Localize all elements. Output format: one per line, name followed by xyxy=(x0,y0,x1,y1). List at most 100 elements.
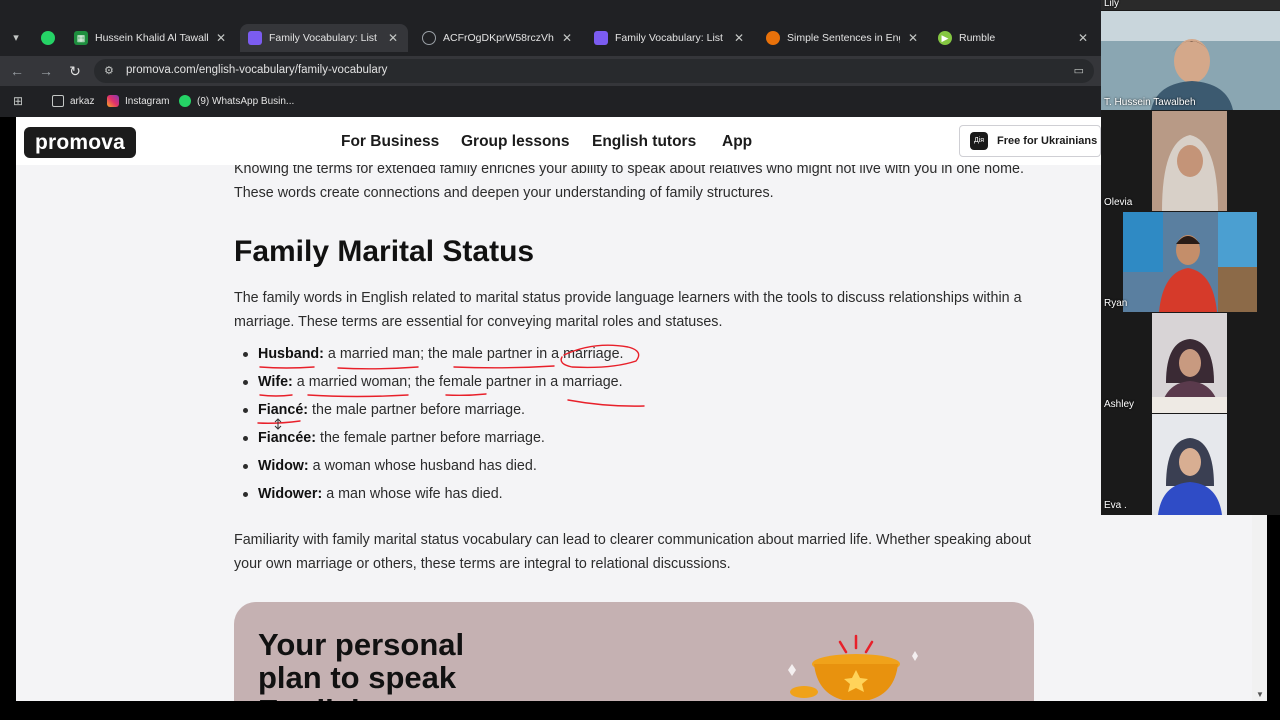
participant-name: T. Hussein Tawalbeh xyxy=(1104,97,1196,108)
tab-2[interactable]: ACFrOgDKprW58rczVhnLLC ✕ xyxy=(414,24,582,52)
bookmark-whatsapp[interactable]: (9) WhatsApp Busin... xyxy=(179,93,294,109)
tab-4[interactable]: Simple Sentences in English ✕ xyxy=(758,24,928,52)
participant-tile-eva[interactable]: Eva . xyxy=(1101,414,1280,515)
list-item: Husband: a married man; the male partner… xyxy=(234,342,624,370)
menu-group-lessons[interactable]: Group lessons xyxy=(461,133,570,151)
instagram-icon xyxy=(107,95,119,107)
site-favicon xyxy=(766,31,780,45)
promo-banner[interactable]: Your personal plan to speak English xyxy=(234,602,1034,701)
address-bar[interactable]: ⚙ promova.com/english-vocabulary/family-… xyxy=(94,59,1094,83)
web-page: Knowing the terms for extended family en… xyxy=(16,117,1252,701)
apps-grid-icon[interactable]: ⊞ xyxy=(13,93,23,109)
participant-tile-hussein[interactable]: T. Hussein Tawalbeh xyxy=(1101,11,1280,110)
forward-icon[interactable]: → xyxy=(37,62,55,80)
marital-terms-list: Husband: a married man; the male partner… xyxy=(234,342,624,510)
tab-title: Family Vocabulary: List of R xyxy=(615,32,726,44)
term: Widower: xyxy=(258,486,323,502)
tab-5[interactable]: ▶ Rumble ✕ xyxy=(930,24,1098,52)
definition: a married man; the male partner in a mar… xyxy=(323,346,624,362)
tab-title: Simple Sentences in English xyxy=(787,32,900,44)
term: Fiancée: xyxy=(258,430,317,446)
definition: the male partner before marriage. xyxy=(308,402,526,418)
outro-paragraph: Familiarity with family marital status v… xyxy=(234,532,1032,572)
participant-name: Lily xyxy=(1104,0,1120,9)
close-icon[interactable]: ✕ xyxy=(386,31,400,45)
tab-title: Rumble xyxy=(959,32,996,44)
bookmark-arkaz[interactable]: arkaz xyxy=(52,93,94,109)
definition: a man whose wife has died. xyxy=(322,486,503,502)
sheets-icon: ▦ xyxy=(74,31,88,45)
navigation-bar: ← → ↻ ⚙ promova.com/english-vocabulary/f… xyxy=(0,56,1101,86)
promova-favicon xyxy=(594,31,608,45)
definition: a woman whose husband has died. xyxy=(308,458,537,474)
globe-icon xyxy=(422,31,436,45)
video-feed xyxy=(1152,414,1227,515)
list-item: Fiancée: the female partner before marri… xyxy=(234,426,624,454)
section-heading: Family Marital Status xyxy=(234,235,535,268)
participant-tile-lily[interactable]: Lily xyxy=(1101,0,1280,10)
tab-3[interactable]: Family Vocabulary: List of R ✕ xyxy=(586,24,754,52)
list-item: Widower: a man whose wife has died. xyxy=(234,482,624,510)
promova-logo[interactable]: promova xyxy=(24,127,136,158)
video-feed xyxy=(1123,212,1257,312)
site-header: promova For Business Group lessons Engli… xyxy=(16,117,1101,165)
close-icon[interactable]: ✕ xyxy=(1076,31,1090,45)
whatsapp-icon xyxy=(179,95,191,107)
menu-app[interactable]: App xyxy=(722,133,752,151)
tab-1[interactable]: Family Vocabulary: List of R ✕ xyxy=(240,24,408,52)
bookmark-instagram[interactable]: Instagram xyxy=(107,93,169,109)
tab-title: Hussein Khalid Al Tawalbeh xyxy=(95,32,208,44)
participant-tile-ashley[interactable]: Ashley xyxy=(1101,313,1280,413)
bookmark-label: Instagram xyxy=(125,95,170,107)
back-icon[interactable]: ← xyxy=(8,62,26,80)
participant-tile-olevia[interactable]: Olevia xyxy=(1101,111,1280,211)
tab-bar: ▾ ▦ Hussein Khalid Al Tawalbeh ✕ Family … xyxy=(0,22,1101,54)
list-item: Wife: a married woman; the female partne… xyxy=(234,370,624,398)
bookmark-label: (9) WhatsApp Busin... xyxy=(197,95,295,107)
close-icon[interactable]: ✕ xyxy=(214,31,228,45)
participant-name: Ashley xyxy=(1104,399,1135,410)
tab-search-chevron-icon[interactable]: ▾ xyxy=(6,28,26,48)
participant-name: Ryan xyxy=(1104,298,1128,309)
url-text: promova.com/english-vocabulary/family-vo… xyxy=(126,64,388,76)
definition: a married woman; the female partner in a… xyxy=(292,374,623,390)
menu-english-tutors[interactable]: English tutors xyxy=(592,133,696,151)
menu-for-business[interactable]: For Business xyxy=(341,133,439,151)
close-icon[interactable]: ✕ xyxy=(906,31,920,45)
video-feed xyxy=(1152,313,1227,413)
term: Fiancé: xyxy=(258,402,309,418)
tab-title: ACFrOgDKprW58rczVhnLLC xyxy=(443,32,554,44)
folder-icon xyxy=(52,95,64,107)
whatsapp-tab-icon[interactable] xyxy=(38,28,58,48)
list-item: Widow: a woman whose husband has died. xyxy=(234,454,624,482)
site-settings-icon[interactable]: ⚙ xyxy=(104,64,114,77)
promo-title: Your personal plan to speak English xyxy=(258,627,465,701)
definition: the female partner before marriage. xyxy=(316,430,545,446)
video-feed xyxy=(1152,111,1227,211)
term: Widow: xyxy=(258,458,309,474)
free-for-ukrainians-button[interactable]: Дія Free for Ukrainians xyxy=(959,125,1101,157)
cast-icon[interactable]: ▭ xyxy=(1074,64,1084,77)
bookmark-label: arkaz xyxy=(70,95,95,107)
close-icon[interactable]: ✕ xyxy=(732,31,746,45)
participant-tile-ryan[interactable]: Ryan xyxy=(1101,212,1280,312)
promova-favicon xyxy=(248,31,262,45)
video-feed xyxy=(1101,11,1280,110)
bookmarks-bar: ⊞ arkaz Instagram (9) WhatsApp Busin... xyxy=(0,88,1101,114)
status-paragraph: The family words in English related to m… xyxy=(234,290,1022,330)
cta-label: Free for Ukrainians xyxy=(997,135,1098,147)
tab-0[interactable]: ▦ Hussein Khalid Al Tawalbeh ✕ xyxy=(66,24,236,52)
term: Husband: xyxy=(258,346,324,362)
rumble-icon: ▶ xyxy=(938,31,952,45)
browser-chrome: ▾ ▦ Hussein Khalid Al Tawalbeh ✕ Family … xyxy=(0,0,1101,117)
screen-bottom-bar xyxy=(0,701,1280,720)
reload-icon[interactable]: ↻ xyxy=(66,62,84,80)
trophy-icon xyxy=(788,634,918,700)
scroll-down-arrow-icon[interactable]: ▼ xyxy=(1256,690,1264,699)
participant-name: Olevia xyxy=(1104,197,1133,208)
participant-name: Eva . xyxy=(1104,500,1127,511)
list-item: Fiancé: the male partner before marriage… xyxy=(234,398,624,426)
video-call-panel: Lily T. Hussein Tawalbeh Olevia Ryan Ash… xyxy=(1101,0,1280,515)
diia-icon: Дія xyxy=(970,132,988,150)
close-icon[interactable]: ✕ xyxy=(560,31,574,45)
